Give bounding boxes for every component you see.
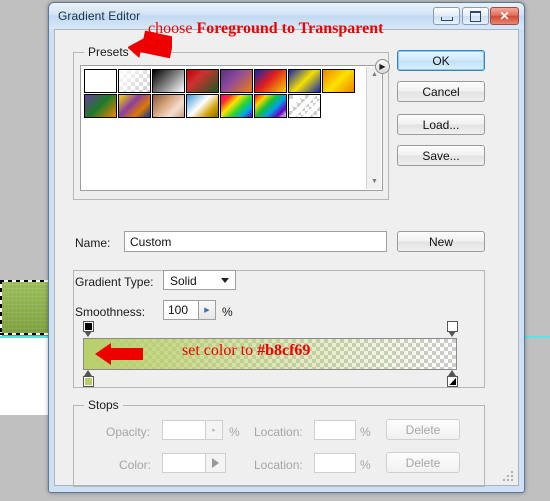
ok-button[interactable]: OK: [397, 50, 485, 71]
preset-swatch[interactable]: [288, 94, 321, 118]
scroll-down-icon[interactable]: ▼: [367, 174, 382, 189]
annotation2-plain: set color to: [182, 342, 258, 359]
annotation-arrow-color: [95, 343, 143, 365]
dialog-body: Presets ▲ ▼ ▶ OK Cancel Load... Save... …: [54, 29, 519, 487]
annotation-set-color: set color to #b8cf69: [182, 342, 310, 360]
annotation1-bold: Foreground to Transparent: [196, 20, 384, 37]
presets-menu-icon[interactable]: ▶: [375, 59, 390, 74]
presets-scrollbar[interactable]: ▲ ▼: [366, 67, 381, 189]
preset-swatch[interactable]: [322, 69, 355, 93]
opacity-stop-right[interactable]: [447, 321, 458, 338]
preset-swatch[interactable]: [186, 69, 219, 93]
minimize-icon: [434, 8, 459, 24]
presets-group: Presets ▲ ▼ ▶: [73, 45, 390, 200]
gradient-type-value: Solid: [170, 274, 197, 288]
resize-grip[interactable]: [501, 469, 515, 483]
preset-swatch[interactable]: [118, 94, 151, 118]
preset-swatch[interactable]: [288, 69, 321, 93]
screenshot-root: Gradient Editor ✕ Presets ▲ ▼ ▶ OK Cance…: [0, 0, 550, 501]
opacity-input[interactable]: [162, 420, 206, 440]
color-swatch-button[interactable]: [162, 453, 206, 473]
preset-swatch[interactable]: [152, 94, 185, 118]
presets-group-label: Presets: [84, 45, 133, 59]
opacity-spinner-icon[interactable]: ▸: [206, 420, 223, 440]
preset-swatch[interactable]: [220, 69, 253, 93]
opacity-label: Opacity:: [106, 425, 151, 439]
color-location-input[interactable]: [314, 453, 356, 473]
gradient-type-select[interactable]: Solid: [163, 270, 236, 290]
color-location-label: Location:: [254, 458, 303, 472]
new-button[interactable]: New: [397, 231, 485, 252]
opacity-stop-left[interactable]: [83, 321, 94, 338]
color-location-unit: %: [360, 458, 371, 472]
stops-group: Stops Opacity: ▸ % Location: % Delete Co…: [73, 398, 485, 487]
gradient-editor-dialog: Gradient Editor ✕ Presets ▲ ▼ ▶ OK Cance…: [48, 2, 525, 493]
maximize-icon: [463, 8, 488, 24]
dialog-title: Gradient Editor: [58, 9, 141, 23]
opacity-location-unit: %: [360, 425, 371, 439]
preset-swatch[interactable]: [254, 69, 287, 93]
annotation1-plain: choose: [148, 20, 197, 37]
cancel-button[interactable]: Cancel: [397, 81, 485, 102]
name-input[interactable]: Custom: [124, 231, 387, 252]
annotation-choose-preset: choose Foreground to Transparent: [148, 20, 383, 38]
color-stop-left[interactable]: [83, 370, 94, 387]
gradient-type-label: Gradient Type:: [75, 275, 154, 289]
smoothness-label: Smoothness:: [75, 305, 146, 319]
maximize-button[interactable]: [462, 7, 489, 25]
color-delete-button[interactable]: Delete: [386, 452, 460, 473]
minimize-button[interactable]: [433, 7, 460, 25]
load-button[interactable]: Load...: [397, 114, 485, 135]
opacity-unit: %: [229, 425, 240, 439]
smoothness-unit: %: [222, 305, 233, 319]
presets-grid: [84, 69, 360, 119]
preset-swatch[interactable]: [254, 94, 287, 118]
preset-swatch[interactable]: [152, 69, 185, 93]
name-label: Name:: [75, 236, 111, 250]
preset-swatch[interactable]: [84, 94, 117, 118]
smoothness-input[interactable]: 100: [163, 300, 199, 320]
smoothness-spinner-icon[interactable]: ▶: [199, 300, 216, 320]
color-stop-right[interactable]: [447, 370, 458, 387]
preset-swatch[interactable]: [84, 69, 117, 93]
preset-swatch[interactable]: [118, 69, 151, 93]
close-button[interactable]: ✕: [490, 7, 519, 25]
opacity-location-input[interactable]: [314, 420, 356, 440]
save-button[interactable]: Save...: [397, 145, 485, 166]
chevron-down-icon: [221, 278, 229, 283]
color-label: Color:: [119, 458, 152, 472]
marching-ants-left: [0, 280, 2, 337]
close-icon: ✕: [499, 9, 510, 23]
preset-swatch[interactable]: [220, 94, 253, 118]
presets-list[interactable]: ▲ ▼: [80, 65, 383, 191]
preset-swatch[interactable]: [186, 94, 219, 118]
color-dropdown-icon[interactable]: [206, 453, 226, 473]
stops-group-label: Stops: [84, 398, 123, 412]
annotation2-bold: #b8cf69: [257, 342, 311, 359]
opacity-delete-button[interactable]: Delete: [386, 419, 460, 440]
opacity-location-label: Location:: [254, 425, 303, 439]
